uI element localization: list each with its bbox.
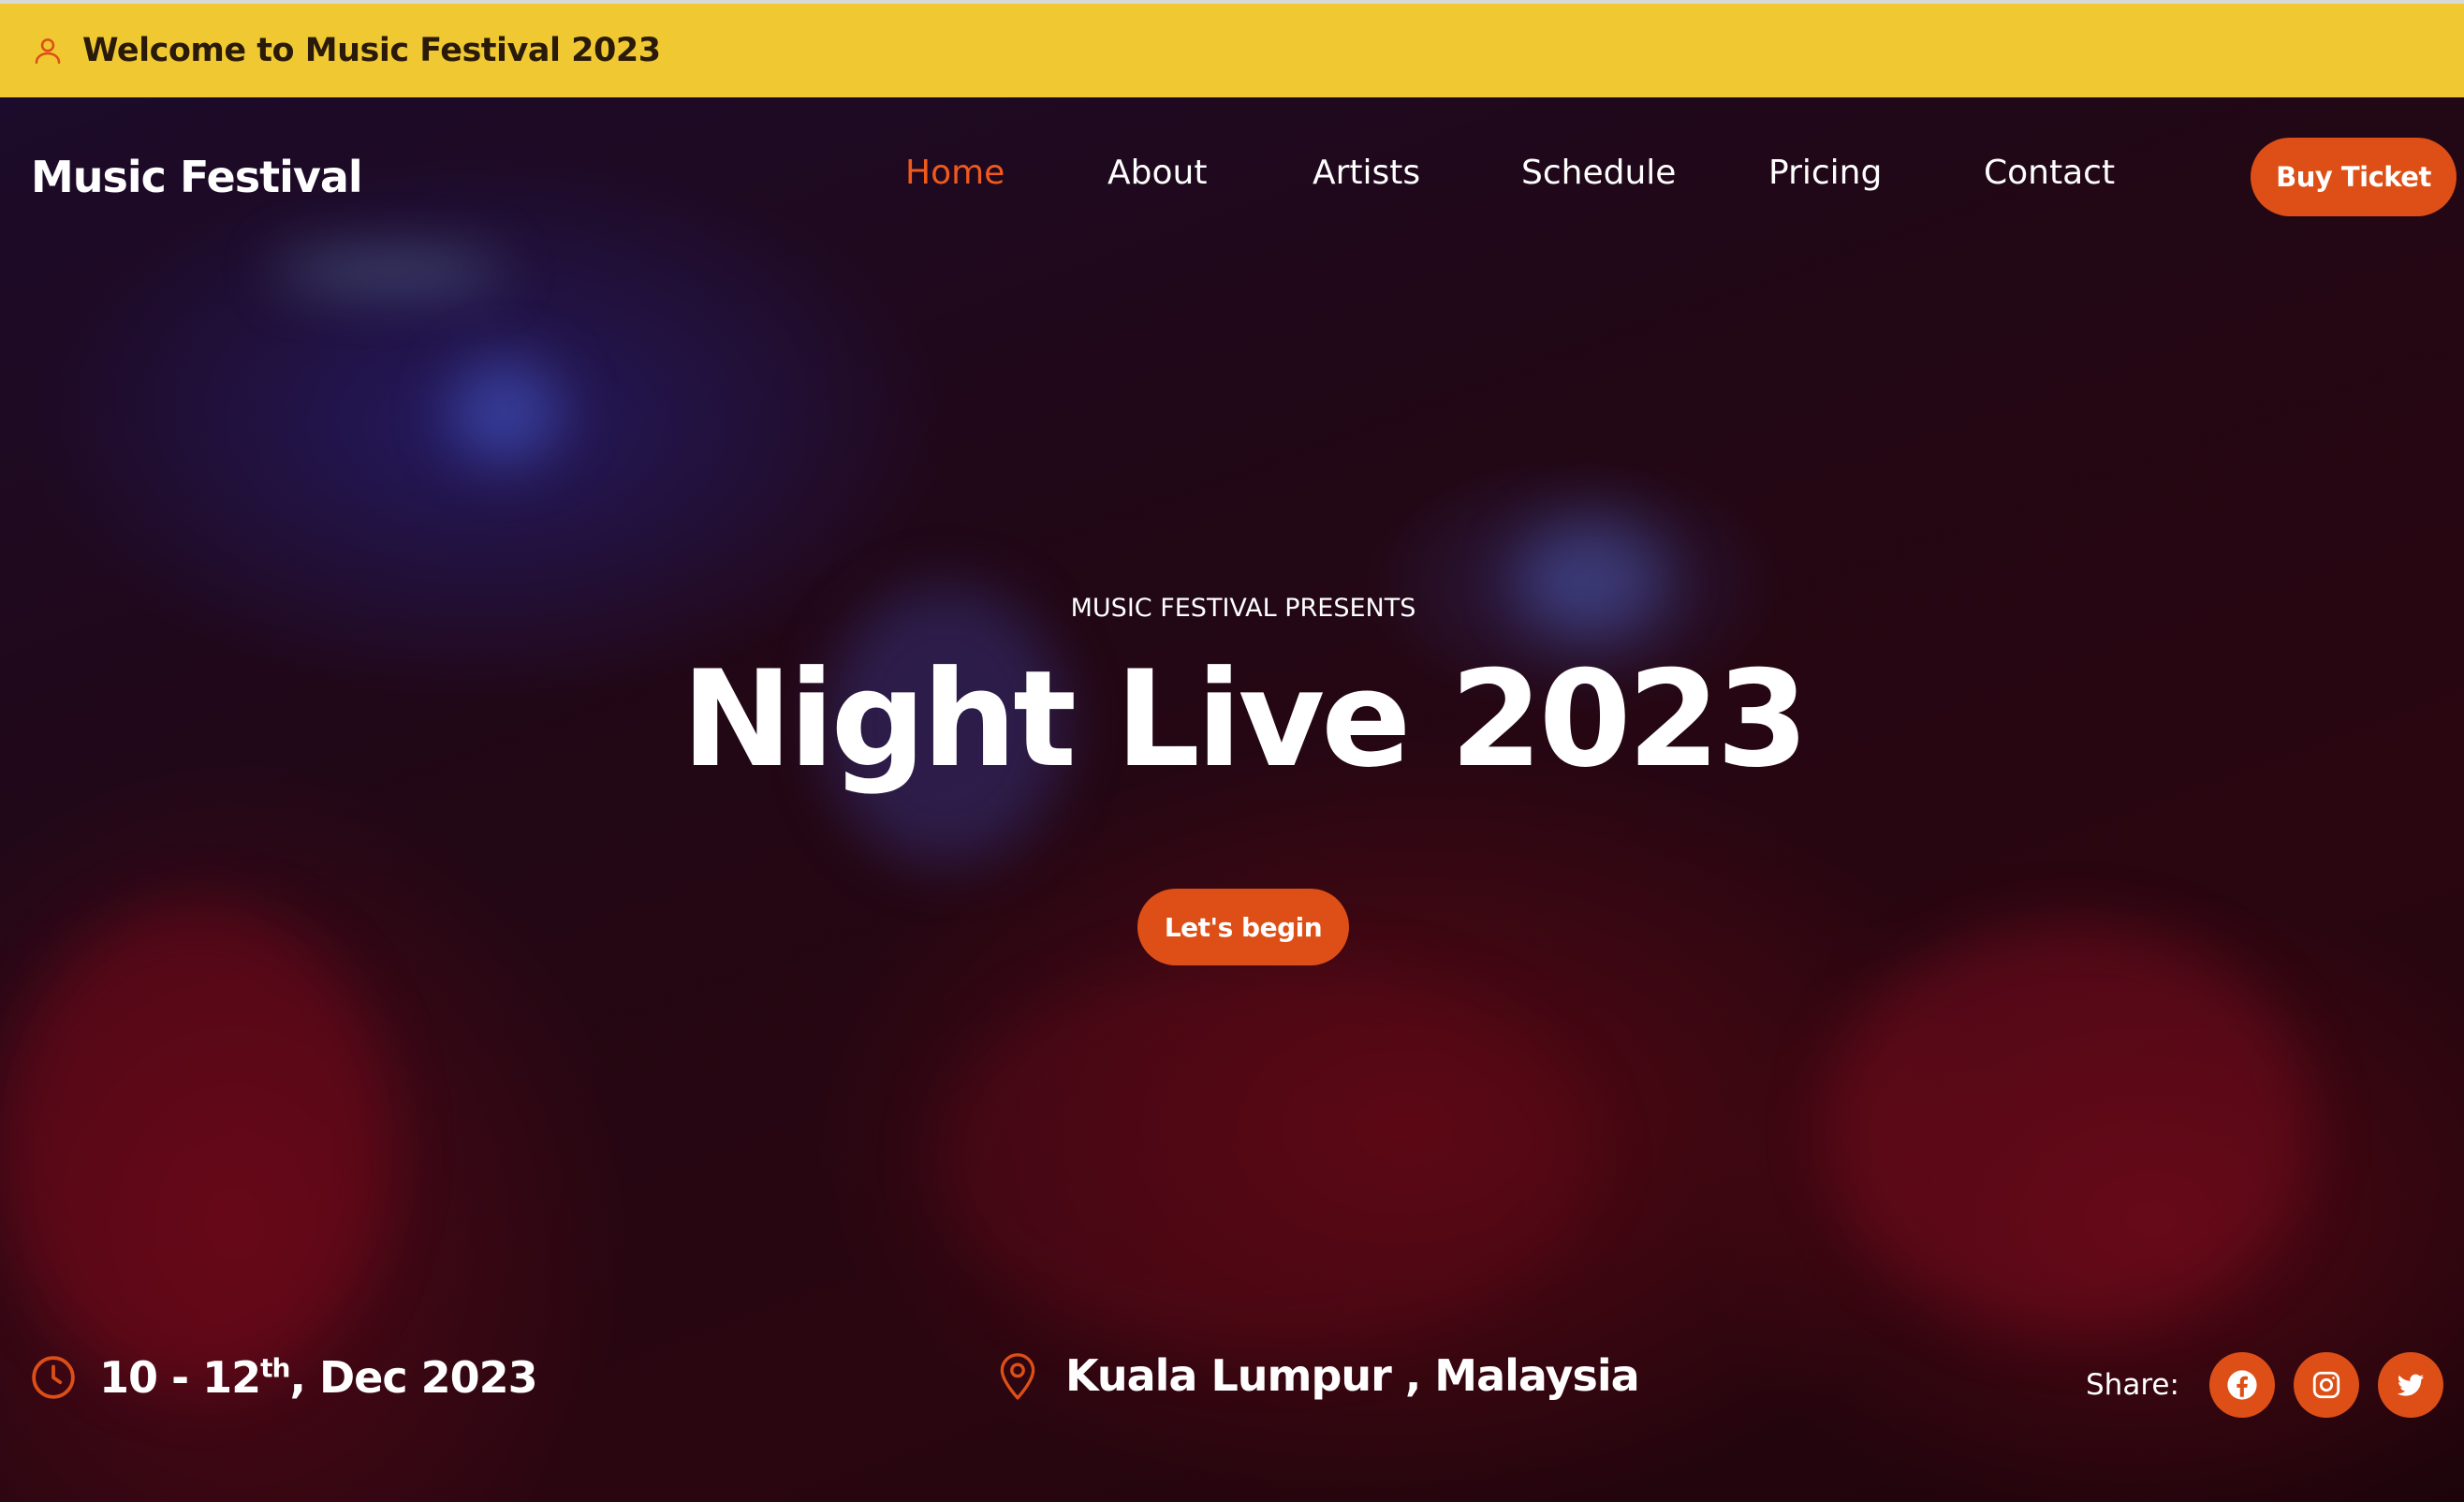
crowd-shape (0, 903, 393, 1390)
event-date-text: 10 - 12th, Dec 2023 (99, 1352, 538, 1403)
event-date: 10 - 12th, Dec 2023 (30, 1352, 538, 1403)
buy-ticket-button[interactable]: Buy Ticket (2251, 138, 2457, 216)
hero-title: Night Live 2023 (681, 642, 1809, 797)
nav-link-artists[interactable]: Artists (1313, 154, 1420, 192)
announcement-bar: Welcome to Music Festival 2023 (0, 0, 2464, 97)
date-month-year: , Dec 2023 (289, 1352, 537, 1403)
event-location-text: Kuala Lumpur , Malaysia (1065, 1350, 1640, 1401)
stage-light (271, 257, 506, 285)
hero-eyebrow: MUSIC FESTIVAL PRESENTS (1070, 594, 1416, 623)
nav-links: Home About Artists Schedule Pricing Cont… (0, 154, 2464, 210)
main-nav: Music Festival Home About Artists Schedu… (0, 97, 2464, 257)
stage-light (449, 360, 562, 463)
nav-link-pricing[interactable]: Pricing (1768, 154, 1882, 192)
date-ordinal: th (260, 1352, 290, 1384)
user-icon (32, 35, 64, 66)
instagram-share-button[interactable] (2293, 1352, 2359, 1418)
nav-link-about[interactable]: About (1107, 154, 1207, 192)
twitter-icon (2395, 1369, 2427, 1401)
date-range: 10 - 12 (99, 1352, 261, 1403)
nav-link-schedule[interactable]: Schedule (1521, 154, 1676, 192)
share-label: Share: (2086, 1368, 2179, 1402)
nav-link-home[interactable]: Home (905, 154, 1005, 192)
crowd-shape (936, 959, 1591, 1352)
page: Welcome to Music Festival 2023 Music Fes… (0, 0, 2464, 1502)
facebook-share-button[interactable] (2208, 1352, 2275, 1418)
map-pin-icon (998, 1350, 1037, 1401)
facebook-icon (2226, 1369, 2258, 1401)
crowd-shape (1826, 921, 2312, 1333)
nav-link-contact[interactable]: Contact (1984, 154, 2115, 192)
event-location: Kuala Lumpur , Malaysia (998, 1350, 1640, 1401)
share-bar: Share: (2086, 1352, 2443, 1418)
hero-section: Music Festival Home About Artists Schedu… (0, 97, 2464, 1502)
twitter-share-button[interactable] (2377, 1352, 2443, 1418)
event-info-row: 10 - 12th, Dec 2023 Kuala Lumpur , Malay… (0, 1343, 2464, 1436)
clock-icon (30, 1354, 77, 1401)
instagram-icon (2310, 1369, 2342, 1401)
welcome-text: Welcome to Music Festival 2023 (82, 32, 661, 69)
lets-begin-button[interactable]: Let's begin (1137, 889, 1349, 965)
